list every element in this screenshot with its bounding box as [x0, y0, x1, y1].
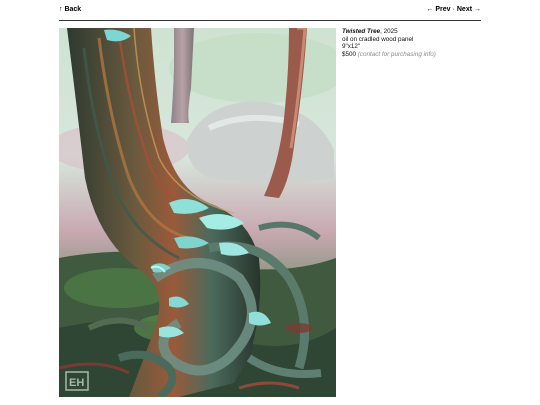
title-line: Twisted Tree, 2025 [342, 28, 502, 36]
prev-next-nav: ← Prev · Next → [426, 6, 481, 13]
artwork-image: EH [59, 28, 336, 397]
top-navigation: ↑ Back ← Prev · Next → [59, 6, 481, 18]
artwork-info: Twisted Tree, 2025 oil on cradled wood p… [342, 28, 502, 58]
header-divider [59, 20, 481, 21]
price-line: $500 (contact for purchasing info) [342, 51, 502, 59]
artwork-year: , 2025 [380, 28, 398, 35]
artwork-price: $500 [342, 50, 357, 58]
back-link[interactable]: ↑ Back [59, 6, 81, 13]
twisted-tree-painting: EH [59, 28, 336, 397]
purchase-info-link[interactable]: (contact for purchasing info) [358, 51, 436, 58]
artwork-title: Twisted Tree [342, 28, 381, 35]
signature-monogram: EH [69, 377, 84, 389]
prev-link[interactable]: ← Prev [426, 6, 450, 13]
artwork-size: 9"x12" [342, 43, 361, 51]
next-link[interactable]: Next → [457, 6, 481, 13]
artwork-medium: oil on cradled wood panel [342, 35, 414, 43]
